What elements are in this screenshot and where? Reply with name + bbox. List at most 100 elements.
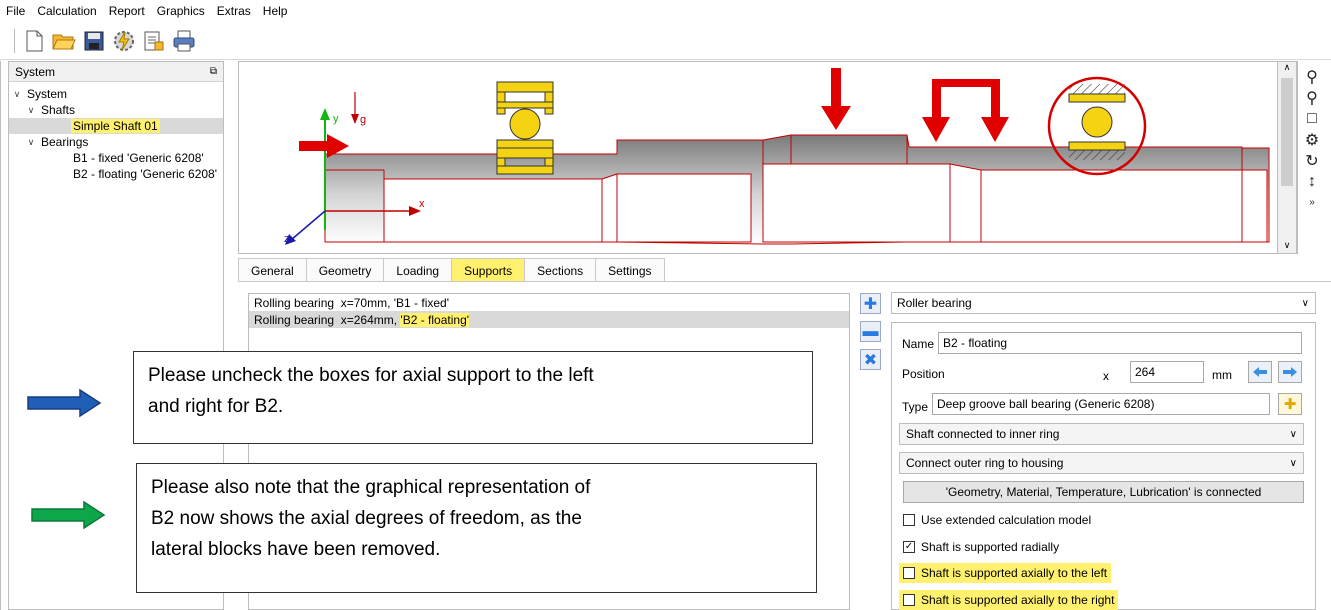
plus-icon: ✚ <box>1283 396 1297 413</box>
tab-divider <box>238 281 1331 282</box>
outer-ring-select[interactable]: Connect outer ring to housing ∨ <box>899 452 1304 474</box>
tree-node-shafts[interactable]: ∨ Shafts <box>9 102 223 118</box>
calculate-icon[interactable] <box>111 28 137 54</box>
toolbar-grip <box>14 28 15 53</box>
instruction-note-2: Please also note that the graphical repr… <box>136 463 817 593</box>
z-axis <box>290 210 326 241</box>
chevron-down-icon[interactable]: ∨ <box>25 105 37 116</box>
bearing-type-field[interactable]: Deep groove ball bearing (Generic 6208) <box>932 393 1270 415</box>
axis-label-g: g <box>360 114 366 126</box>
tab-geometry[interactable]: Geometry <box>305 258 385 282</box>
name-field[interactable]: B2 - floating <box>938 332 1302 354</box>
tab-supports[interactable]: Supports <box>451 258 526 282</box>
bearing-b2-floating <box>1047 76 1147 176</box>
menu-help[interactable]: Help <box>263 4 288 18</box>
checkbox-label: Use extended calculation model <box>921 513 1092 527</box>
rotate-icon[interactable]: ↻ <box>1300 150 1324 171</box>
open-folder-icon[interactable] <box>51 28 77 54</box>
outer-ring-value: Connect outer ring to housing <box>906 456 1064 470</box>
tab-settings[interactable]: Settings <box>595 258 665 282</box>
new-file-icon[interactable] <box>21 28 47 54</box>
scroll-thumb[interactable] <box>1281 78 1293 186</box>
axial-force-arrow <box>299 141 329 151</box>
checkbox-box[interactable] <box>903 514 915 526</box>
shaft-drawing: y x z g <box>284 68 1270 245</box>
save-icon[interactable] <box>81 28 107 54</box>
move-left-button[interactable] <box>1248 361 1272 383</box>
add-support-button[interactable]: ✚ <box>860 293 881 314</box>
extended-model-checkbox[interactable]: Use extended calculation model <box>899 510 1095 530</box>
menu-file[interactable]: File <box>6 4 25 18</box>
inner-ring-value: Shaft connected to inner ring <box>906 427 1060 441</box>
position-x-field[interactable]: 264 <box>1130 361 1204 383</box>
menu-bar: File Calculation Report Graphics Extras … <box>0 0 1331 22</box>
chevron-down-icon: ∨ <box>1289 457 1297 469</box>
tree-label: Simple Shaft 01 <box>71 119 160 133</box>
tree-node-b1[interactable]: B1 - fixed 'Generic 6208' <box>9 150 223 166</box>
axial-left-checkbox[interactable]: Shaft is supported axially to the left <box>899 563 1112 583</box>
connected-properties-button[interactable]: 'Geometry, Material, Temperature, Lubric… <box>903 481 1304 503</box>
select-bearing-button[interactable]: ✚ <box>1278 393 1302 415</box>
radial-force-arrow-1 <box>831 68 841 108</box>
menu-report[interactable]: Report <box>109 4 145 18</box>
support-type-select[interactable]: Roller bearing ∨ <box>891 292 1316 314</box>
radial-support-checkbox[interactable]: ✓ Shaft is supported radially <box>899 537 1063 557</box>
inner-ring-select[interactable]: Shaft connected to inner ring ∨ <box>899 423 1304 445</box>
report-icon[interactable] <box>141 28 167 54</box>
tab-sections[interactable]: Sections <box>524 258 597 282</box>
settings-gear-icon[interactable]: ⚙ <box>1300 129 1324 150</box>
menu-calculation[interactable]: Calculation <box>37 4 96 18</box>
tree-node-simple-shaft[interactable]: Simple Shaft 01 <box>9 118 223 134</box>
toolbar <box>0 22 1331 60</box>
checkbox-label: Shaft is supported axially to the left <box>921 566 1108 580</box>
instruction-note-1: Please uncheck the boxes for axial suppo… <box>133 351 813 444</box>
tree-node-bearings[interactable]: ∨ Bearings <box>9 134 223 150</box>
tree-label: Shafts <box>41 103 76 117</box>
tree-label: B1 - fixed 'Generic 6208' <box>73 151 204 165</box>
tree-node-system[interactable]: ∨ System <box>9 86 223 102</box>
chevron-down-icon[interactable]: ∨ <box>25 137 37 148</box>
tab-loading[interactable]: Loading <box>383 258 453 282</box>
zoom-in-icon[interactable]: ⚲ <box>1300 66 1324 87</box>
tree-label: B2 - floating 'Generic 6208' <box>73 167 217 181</box>
type-label: Type <box>902 400 929 414</box>
list-buttons: ✚ ▬ ✖ <box>860 293 882 377</box>
delete-support-button[interactable]: ✖ <box>860 349 881 370</box>
note-line: B2 now shows the axial degrees of freedo… <box>151 508 582 529</box>
bearing-properties-panel: Name B2 - floating Position x 264 mm Typ… <box>891 322 1316 610</box>
tab-general[interactable]: General <box>238 258 307 282</box>
zoom-window-icon[interactable]: □ <box>1300 108 1324 129</box>
tree-label: System <box>27 87 68 101</box>
zoom-out-icon[interactable]: ⚲ <box>1300 87 1324 108</box>
checkbox-label: Shaft is supported axially to the right <box>921 593 1115 607</box>
move-right-button[interactable] <box>1278 361 1302 383</box>
shaft-graphic-view[interactable]: y x z g <box>238 61 1298 254</box>
support-name: 'B1 - fixed' <box>393 295 450 310</box>
chevron-down-icon: ∨ <box>1289 428 1297 440</box>
checkbox-box[interactable] <box>903 594 915 606</box>
remove-support-button[interactable]: ▬ <box>860 321 881 342</box>
note-line: Please also note that the graphical repr… <box>151 477 591 498</box>
panel-title: System <box>15 64 56 79</box>
note-line: Please uncheck the boxes for axial suppo… <box>148 365 594 386</box>
list-item[interactable]: Rolling bearing x=264mm, 'B2 - floating' <box>249 311 849 328</box>
scroll-up-icon[interactable]: ∧ <box>1278 62 1296 76</box>
chevron-down-icon[interactable]: ∨ <box>11 89 23 100</box>
list-item[interactable]: Rolling bearing x=70mm, 'B1 - fixed' <box>249 294 849 311</box>
axial-right-checkbox[interactable]: Shaft is supported axially to the right <box>899 590 1119 610</box>
chevron-down-icon: ∨ <box>1301 297 1309 309</box>
graphic-scrollbar[interactable]: ∧ ∨ <box>1277 61 1297 254</box>
undock-icon[interactable]: ⧉ <box>210 66 217 77</box>
blue-arrow-icon <box>27 388 102 418</box>
pin-icon[interactable]: ↕ <box>1300 171 1324 192</box>
checkmark-icon[interactable]: ✓ <box>903 541 915 553</box>
more-chevron-icon[interactable]: » <box>1300 192 1324 213</box>
menu-graphics[interactable]: Graphics <box>157 4 205 18</box>
distributed-load-arrow <box>922 79 1009 142</box>
note-line: and right for B2. <box>148 396 284 417</box>
tree-node-b2[interactable]: B2 - floating 'Generic 6208' <box>9 166 223 182</box>
checkbox-box[interactable] <box>903 567 915 579</box>
scroll-down-icon[interactable]: ∨ <box>1278 240 1296 251</box>
menu-extras[interactable]: Extras <box>217 4 251 18</box>
print-icon[interactable] <box>171 28 197 54</box>
